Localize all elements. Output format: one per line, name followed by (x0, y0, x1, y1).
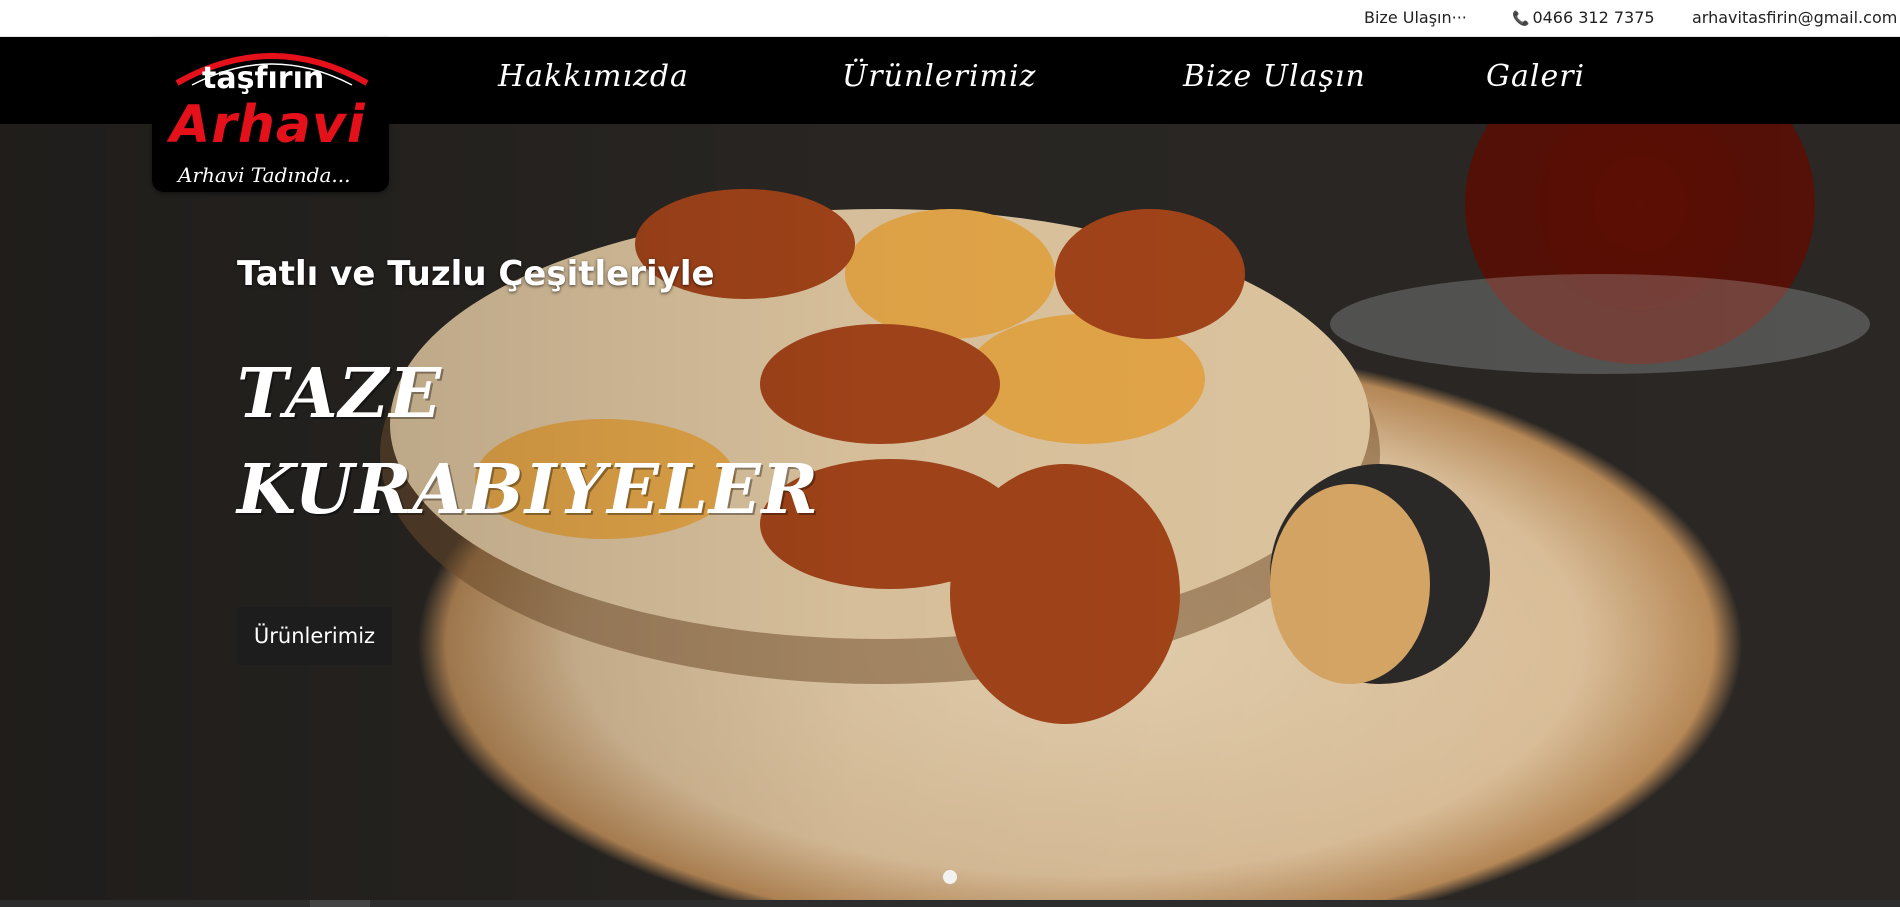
phone-number[interactable]: 📞 0466 312 7375 (1512, 8, 1655, 27)
phone-text: 0466 312 7375 (1532, 8, 1655, 27)
hero-title: TAZE KURABIYELER (237, 346, 819, 538)
nav-item-hakkimizda[interactable]: Hakkımızda (498, 59, 689, 94)
hero-title-line2: KURABIYELER (237, 450, 820, 530)
phone-icon: 📞 (1512, 11, 1530, 27)
slider-dot[interactable] (943, 870, 957, 884)
logo-top-text: taşfırın (202, 61, 325, 96)
hero-title-line1: TAZE (237, 354, 443, 434)
hero-subtitle: Tatlı ve Tuzlu Çeşitleriyle (237, 254, 715, 294)
site-logo[interactable]: taşfırın Arhavi Arhavi Tadında... (152, 37, 389, 192)
products-button[interactable]: Ürünlerimiz (237, 607, 392, 665)
nav-item-galeri[interactable]: Galeri (1486, 59, 1585, 94)
hero-slider: Tatlı ve Tuzlu Çeşitleriyle TAZE KURABIY… (0, 124, 1900, 900)
nav-item-bize-ulasin[interactable]: Bize Ulaşın (1183, 59, 1366, 94)
contact-link[interactable]: Bize Ulaşın··· (1364, 8, 1467, 27)
logo-tagline: Arhavi Tadında... (178, 163, 351, 187)
bottom-tab-indicator (310, 900, 370, 907)
email-link[interactable]: arhavitasfirin@gmail.com (1692, 8, 1897, 27)
logo-brand-name: Arhavi (170, 95, 366, 155)
top-utility-bar: Bize Ulaşın··· 📞 0466 312 7375 arhavitasf… (0, 0, 1900, 37)
bottom-strip (0, 900, 1900, 907)
nav-item-urunlerimiz[interactable]: Ürünlerimiz (842, 59, 1036, 94)
